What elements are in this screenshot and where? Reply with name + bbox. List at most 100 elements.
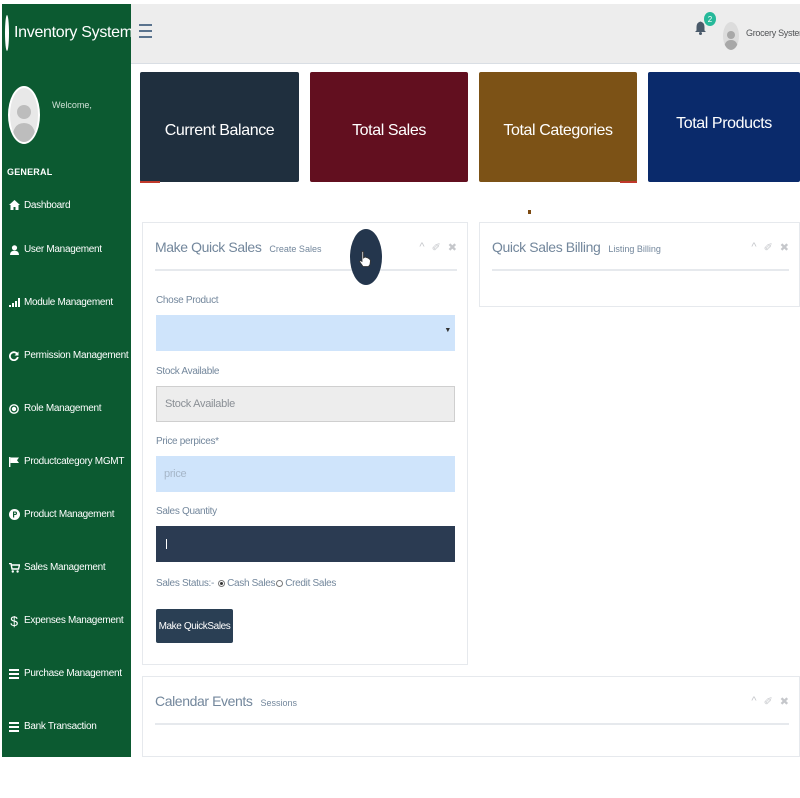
sidebar-item-bank-transaction[interactable]: Bank Transaction <box>2 700 131 753</box>
sidebar-item-label: Role Management <box>24 403 102 414</box>
sidebar-item-label: Sales Management <box>24 562 106 573</box>
bar-chart-icon <box>8 298 20 307</box>
sidebar: Inventory System Welcome, GENERAL Dashbo… <box>2 4 131 757</box>
cursor-highlight <box>350 229 382 285</box>
radio-label: Cash Sales <box>227 578 276 589</box>
sidebar-item-label: Expenses Management <box>24 615 124 626</box>
collapse-icon[interactable]: ^ <box>751 695 756 708</box>
list-icon <box>8 721 20 732</box>
tile-total-categories[interactable]: Total Categories <box>479 72 637 182</box>
sidebar-item-role-management[interactable]: Role Management <box>2 382 131 435</box>
radio-cash-sales[interactable] <box>218 580 226 587</box>
home-icon <box>8 200 20 210</box>
flag-icon <box>8 456 20 467</box>
sidebar-item-product-management[interactable]: Product Management <box>2 488 131 541</box>
tile-accent-line <box>140 181 160 183</box>
profile: Welcome, <box>2 61 131 161</box>
panel-title: Make Quick Sales <box>155 239 262 255</box>
sidebar-item-label: Permission Management <box>24 350 129 361</box>
sidebar-item-purchase-management[interactable]: Purchase Management <box>2 647 131 700</box>
panel-header: Calendar Events Sessions ^ ✐ ✖ <box>155 693 789 725</box>
panel-title: Calendar Events <box>155 693 253 709</box>
panel-subtitle: Listing Billing <box>608 244 661 254</box>
tile-total-products[interactable]: Total Products <box>648 72 800 182</box>
make-quicksales-button[interactable]: Make QuickSales <box>156 609 233 643</box>
menu-toggle-icon[interactable] <box>139 24 152 42</box>
sidebar-item-module-management[interactable]: Module Management <box>2 276 131 329</box>
sidebar-item-expenses-management[interactable]: $ Expenses Management <box>2 594 131 647</box>
sidebar-item-label: Productcategory MGMT <box>24 456 125 467</box>
list-icon <box>8 668 20 679</box>
tile-label: Total Products <box>676 115 772 132</box>
close-icon[interactable]: ✖ <box>448 241 457 254</box>
brand[interactable]: Inventory System <box>2 4 131 61</box>
panel-title: Quick Sales Billing <box>492 239 601 255</box>
user-avatar[interactable] <box>723 22 739 50</box>
chevron-down-icon: ▼ <box>444 327 451 334</box>
top-navbar: 2 Grocery System <box>131 4 800 64</box>
bell-icon[interactable] <box>695 21 706 40</box>
quantity-input[interactable] <box>156 526 455 562</box>
sidebar-item-productcategory-mgmt[interactable]: Productcategory MGMT <box>2 435 131 488</box>
status-label: Sales Status:- <box>156 578 215 589</box>
user-name[interactable]: Grocery System <box>746 28 800 38</box>
quick-sales-panel: Make Quick Sales Create Sales ^ ✐ ✖ Chos… <box>142 222 468 665</box>
panel-tools: ^ ✐ ✖ <box>419 241 457 254</box>
sidebar-item-label: User Management <box>24 244 102 255</box>
panel-header: Quick Sales Billing Listing Billing ^ ✐ … <box>492 239 789 271</box>
sidebar-item-sales-management[interactable]: Sales Management <box>2 541 131 594</box>
product-select[interactable]: ▼ <box>156 315 455 351</box>
stock-input[interactable]: Stock Available <box>156 386 455 422</box>
sidebar-item-label: Purchase Management <box>24 668 122 679</box>
close-icon[interactable]: ✖ <box>780 241 789 254</box>
p-circle-icon <box>8 509 20 520</box>
sidebar-item-user-management[interactable]: User Management <box>2 223 131 276</box>
panel-tools: ^ ✐ ✖ <box>751 695 789 708</box>
panel-subtitle: Sessions <box>260 698 298 708</box>
product-label: Chose Product <box>156 295 219 306</box>
sidebar-item-label: Bank Transaction <box>24 721 97 732</box>
dollar-icon: $ <box>10 612 18 629</box>
refresh-icon <box>8 350 20 361</box>
sidebar-item-dashboard[interactable]: Dashboard <box>2 187 131 223</box>
price-input[interactable]: price <box>156 456 455 492</box>
cart-icon <box>8 562 20 573</box>
wrench-icon[interactable]: ✐ <box>432 241 441 254</box>
avatar[interactable] <box>8 86 40 144</box>
radio-credit-sales[interactable] <box>276 580 284 587</box>
wrench-icon[interactable]: ✐ <box>764 695 773 708</box>
collapse-icon[interactable]: ^ <box>751 241 756 254</box>
brand-title: Inventory System <box>14 23 131 41</box>
wrench-icon[interactable]: ✐ <box>764 241 773 254</box>
tile-label: Total Sales <box>352 122 426 139</box>
circle-dot-icon <box>8 403 20 414</box>
decorative-dot <box>528 210 531 214</box>
brand-user-icon <box>5 14 9 51</box>
tile-total-sales[interactable]: Total Sales <box>310 72 468 182</box>
panel-tools: ^ ✐ ✖ <box>751 241 789 254</box>
qty-label: Sales Quantity <box>156 506 217 517</box>
panel-header: Make Quick Sales Create Sales ^ ✐ ✖ <box>155 239 457 271</box>
tile-current-balance[interactable]: Current Balance <box>140 72 299 182</box>
text-caret <box>166 539 167 549</box>
tile-label: Total Categories <box>503 122 613 139</box>
stock-label: Stock Available <box>156 366 220 377</box>
collapse-icon[interactable]: ^ <box>419 241 424 254</box>
menu-section-title: GENERAL <box>7 167 53 177</box>
close-icon[interactable]: ✖ <box>780 695 789 708</box>
quick-sales-billing-panel: Quick Sales Billing Listing Billing ^ ✐ … <box>479 222 800 307</box>
panel-subtitle: Create Sales <box>269 244 322 254</box>
sidebar-item-permission-management[interactable]: Permission Management <box>2 329 131 382</box>
calendar-events-panel: Calendar Events Sessions ^ ✐ ✖ <box>142 676 800 757</box>
price-label: Price perpices* <box>156 436 219 447</box>
sidebar-item-label: Module Management <box>24 297 113 308</box>
user-icon <box>8 244 20 255</box>
tile-label: Current Balance <box>164 122 275 139</box>
welcome-text: Welcome, <box>52 100 92 110</box>
radio-label: Credit Sales <box>285 578 337 589</box>
notification-badge: 2 <box>704 12 716 26</box>
sidebar-item-label: Dashboard <box>24 199 71 211</box>
sales-status: Sales Status:- Cash Sales Credit Sales <box>156 578 336 589</box>
tile-accent-line <box>620 181 637 183</box>
sidebar-item-label: Product Management <box>24 509 115 520</box>
